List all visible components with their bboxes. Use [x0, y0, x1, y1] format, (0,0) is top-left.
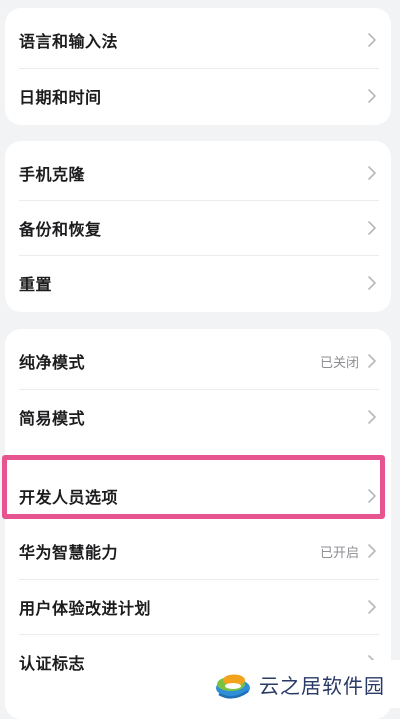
status-value: 已关闭 — [319, 355, 359, 371]
chevron-right-icon — [365, 488, 379, 504]
watermark: 云之居软件园 — [207, 660, 400, 708]
chevron-right-icon — [365, 409, 379, 425]
setting-simple-mode[interactable]: 简易模式 — [5, 389, 391, 445]
watermark-text: 云之居软件园 — [259, 673, 385, 698]
setting-huawei-smart[interactable]: 华为智慧能力 已开启 — [5, 523, 391, 579]
settings-group-2: 手机克隆 备份和恢复 重置 — [5, 141, 391, 312]
chevron-right-icon — [365, 88, 379, 104]
setting-label: 备份和恢复 — [19, 220, 102, 239]
setting-label: 华为智慧能力 — [19, 543, 119, 562]
settings-group-1: 语言和输入法 日期和时间 — [5, 8, 391, 125]
setting-label: 重置 — [19, 275, 53, 294]
setting-language-input[interactable]: 语言和输入法 — [5, 12, 391, 68]
setting-label: 开发人员选项 — [19, 488, 119, 507]
chevron-right-icon — [365, 220, 379, 236]
setting-developer-options[interactable]: 开发人员选项 — [5, 468, 391, 524]
setting-label: 日期和时间 — [19, 88, 102, 107]
setting-phone-clone[interactable]: 手机克隆 — [5, 145, 391, 201]
setting-user-experience[interactable]: 用户体验改进计划 — [5, 579, 391, 635]
site-logo-icon — [213, 664, 253, 704]
setting-label: 用户体验改进计划 — [19, 599, 152, 618]
setting-reset[interactable]: 重置 — [5, 255, 391, 311]
chevron-right-icon — [365, 543, 379, 559]
setting-backup-restore[interactable]: 备份和恢复 — [5, 200, 391, 256]
chevron-right-icon — [365, 599, 379, 615]
chevron-right-icon — [365, 165, 379, 181]
setting-label: 纯净模式 — [19, 353, 86, 372]
setting-pure-mode[interactable]: 纯净模式 已关闭 — [5, 333, 391, 389]
setting-label: 手机克隆 — [19, 165, 86, 184]
status-value: 已开启 — [319, 545, 359, 561]
chevron-right-icon — [365, 32, 379, 48]
setting-date-time[interactable]: 日期和时间 — [5, 68, 391, 124]
chevron-right-icon — [365, 275, 379, 291]
chevron-right-icon — [365, 353, 379, 369]
setting-label: 语言和输入法 — [19, 32, 119, 51]
setting-label: 简易模式 — [19, 409, 86, 428]
